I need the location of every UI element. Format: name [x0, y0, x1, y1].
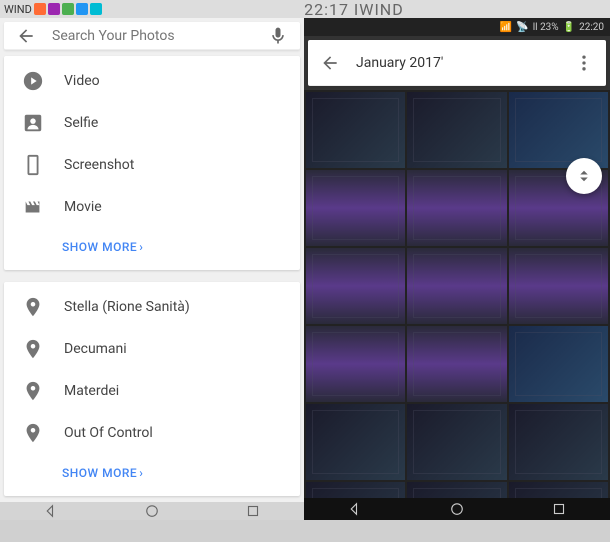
movie-icon	[22, 196, 44, 218]
more-icon[interactable]	[574, 53, 594, 73]
time-right: 22:20	[579, 22, 604, 33]
left-pane: Video Selfie Screenshot Movie SHOW MORE …	[0, 18, 304, 520]
phone-icon	[22, 154, 44, 176]
place-item-2[interactable]: Materdei	[4, 370, 300, 412]
carrier-label: WIND	[4, 3, 32, 16]
nav-bar-left	[0, 502, 304, 520]
photo-grid	[304, 90, 610, 498]
place-item-3[interactable]: Out Of Control	[4, 412, 300, 454]
nav-recent-icon[interactable]	[550, 500, 568, 518]
pin-icon	[22, 296, 44, 318]
show-more-places[interactable]: SHOW MORE	[4, 454, 300, 492]
photo-thumb[interactable]	[509, 482, 608, 498]
photo-thumb[interactable]	[509, 92, 608, 168]
places-card: Stella (Rione Sanità) Decumani Materdei …	[4, 282, 300, 496]
person-icon	[22, 112, 44, 134]
category-label: Screenshot	[64, 157, 134, 173]
categories-card: Video Selfie Screenshot Movie SHOW MORE	[4, 56, 300, 270]
nav-home-icon[interactable]	[143, 502, 161, 520]
play-circle-icon	[22, 70, 44, 92]
place-item-1[interactable]: Decumani	[4, 328, 300, 370]
notif-icon-2	[48, 3, 60, 15]
search-input-right[interactable]	[356, 55, 558, 71]
photo-thumb[interactable]	[407, 92, 506, 168]
category-movie[interactable]: Movie	[4, 186, 300, 228]
photo-thumb[interactable]	[306, 170, 405, 246]
status-time: 22:17 IWIND	[102, 0, 606, 19]
place-label: Out Of Control	[64, 425, 153, 441]
battery-label: ll 23%	[533, 22, 559, 33]
mic-icon[interactable]	[268, 26, 288, 46]
photo-thumb[interactable]	[306, 248, 405, 324]
place-item-0[interactable]: Stella (Rione Sanità)	[4, 286, 300, 328]
pin-icon	[22, 422, 44, 444]
photo-thumb[interactable]	[509, 404, 608, 480]
category-label: Movie	[64, 199, 102, 215]
status-bar-left: WIND 22:17 IWIND	[0, 0, 610, 18]
notif-icon-4	[76, 3, 88, 15]
show-more-categories[interactable]: SHOW MORE	[4, 228, 300, 266]
notif-icon-1	[34, 3, 46, 15]
notif-icon-5	[90, 3, 102, 15]
photo-thumb[interactable]	[407, 482, 506, 498]
search-input[interactable]	[52, 28, 252, 44]
place-label: Materdei	[64, 383, 119, 399]
photo-thumb[interactable]	[306, 482, 405, 498]
nav-recent-icon[interactable]	[244, 502, 262, 520]
place-label: Stella (Rione Sanità)	[64, 299, 190, 315]
pin-icon	[22, 338, 44, 360]
photo-thumb[interactable]	[306, 92, 405, 168]
search-bar-right[interactable]	[308, 40, 606, 86]
nav-back-icon[interactable]	[346, 500, 364, 518]
search-bar[interactable]	[4, 22, 300, 50]
photo-thumb[interactable]	[407, 170, 506, 246]
photo-thumb[interactable]	[509, 248, 608, 324]
back-icon[interactable]	[320, 53, 340, 73]
battery-icon: 🔋	[563, 22, 575, 33]
place-label: Decumani	[64, 341, 127, 357]
status-bar-right: 📶 📡 ll 23% 🔋 22:20	[304, 18, 610, 36]
nav-bar-right	[304, 498, 610, 520]
scroll-fab[interactable]	[566, 158, 602, 194]
category-screenshot[interactable]: Screenshot	[4, 144, 300, 186]
category-label: Video	[64, 73, 100, 89]
photo-thumb[interactable]	[306, 404, 405, 480]
category-video[interactable]: Video	[4, 60, 300, 102]
photo-thumb[interactable]	[306, 326, 405, 402]
pin-icon	[22, 380, 44, 402]
notif-icon-3	[62, 3, 74, 15]
wifi-icon: 📡	[516, 22, 528, 33]
nav-home-icon[interactable]	[448, 500, 466, 518]
photo-thumb[interactable]	[509, 326, 608, 402]
photo-thumb[interactable]	[407, 248, 506, 324]
photo-thumb[interactable]	[407, 326, 506, 402]
photo-thumb[interactable]	[407, 404, 506, 480]
category-selfie[interactable]: Selfie	[4, 102, 300, 144]
signal-icon: 📶	[500, 22, 512, 33]
back-icon[interactable]	[16, 26, 36, 46]
nav-back-icon[interactable]	[42, 502, 60, 520]
category-label: Selfie	[64, 115, 98, 131]
right-pane: 📶 📡 ll 23% 🔋 22:20	[304, 18, 610, 520]
